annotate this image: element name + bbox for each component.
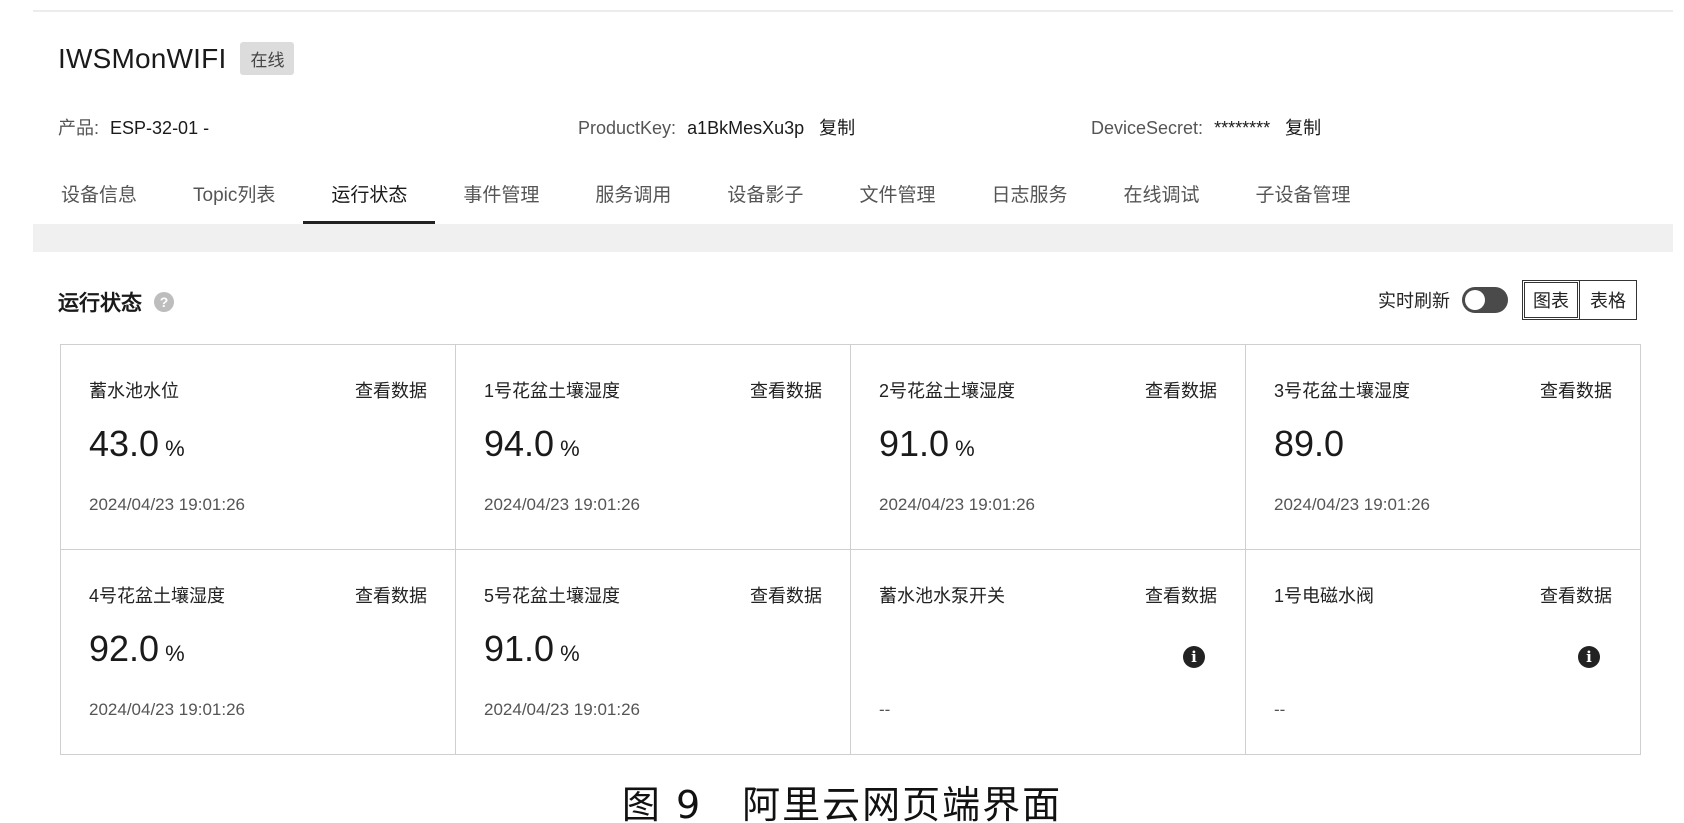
section-header: 运行状态 ?	[58, 287, 174, 317]
card-value-number: 94.0	[484, 423, 555, 464]
view-switch: 图表 表格	[1522, 280, 1637, 320]
view-data-link[interactable]: 查看数据	[750, 582, 822, 608]
tab-sub-device[interactable]: 子设备管理	[1227, 162, 1378, 224]
card-value: 92.0%	[89, 628, 185, 670]
card-value: 91.0%	[484, 628, 580, 670]
card-timestamp: --	[1274, 700, 1286, 719]
card-value: 43.0%	[89, 423, 185, 465]
view-table-button[interactable]: 表格	[1579, 281, 1636, 319]
card-timestamp: 2024/04/23 19:01:26	[484, 495, 640, 514]
status-badge: 在线	[240, 42, 295, 75]
property-card: 蓄水池水位 查看数据 43.0% 2024/04/23 19:01:26	[61, 345, 456, 550]
page: IWSMonWIFI 在线 产品: ESP-32-01 - ProductKey…	[0, 0, 1684, 823]
tab-run-status[interactable]: 运行状态	[303, 162, 436, 224]
tab-event-management[interactable]: 事件管理	[435, 162, 567, 224]
status-toolbar: 实时刷新 图表 表格	[1378, 280, 1637, 320]
info-circle-icon[interactable]: i	[1183, 646, 1205, 668]
card-timestamp: 2024/04/23 19:01:26	[484, 700, 640, 719]
card-value-number: 43.0	[89, 423, 160, 464]
tab-file-management[interactable]: 文件管理	[831, 162, 963, 224]
meta-product: 产品: ESP-32-01 -	[58, 114, 209, 140]
view-data-link[interactable]: 查看数据	[1540, 377, 1612, 403]
card-unit: %	[955, 436, 975, 461]
meta-devicesecret: DeviceSecret: ******** 复制	[1091, 114, 1321, 140]
card-value: 94.0%	[484, 423, 580, 465]
card-value-number: 91.0	[879, 423, 950, 464]
figure-caption: 图 9 阿里云网页端界面	[621, 783, 1063, 823]
product-value: ESP-32-01 -	[110, 118, 210, 138]
card-title: 1号花盆土壤湿度	[484, 381, 621, 401]
tab-device-info[interactable]: 设备信息	[33, 162, 165, 224]
card-timestamp: 2024/04/23 19:01:26	[1274, 495, 1430, 514]
card-value-number: 89.0	[1274, 423, 1345, 464]
property-grid: 蓄水池水位 查看数据 43.0% 2024/04/23 19:01:26 1号花…	[60, 344, 1641, 755]
card-unit: %	[165, 436, 185, 461]
view-chart-button[interactable]: 图表	[1523, 281, 1579, 319]
product-label: 产品:	[58, 118, 100, 138]
section-separator	[33, 224, 1673, 252]
card-title: 5号花盆土壤湿度	[484, 586, 621, 606]
view-data-link[interactable]: 查看数据	[1145, 377, 1217, 403]
card-title: 蓄水池水位	[89, 381, 179, 401]
device-meta: 产品: ESP-32-01 - ProductKey: a1BkMesXu3p …	[58, 114, 1618, 140]
top-divider	[33, 10, 1673, 12]
copy-productkey-button[interactable]: 复制	[819, 118, 855, 138]
property-card: 3号花盆土壤湿度 查看数据 89.0 2024/04/23 19:01:26	[1246, 345, 1641, 550]
devicesecret-label: DeviceSecret:	[1091, 118, 1204, 138]
view-data-link[interactable]: 查看数据	[355, 582, 427, 608]
card-timestamp: 2024/04/23 19:01:26	[879, 495, 1035, 514]
card-timestamp: 2024/04/23 19:01:26	[89, 700, 245, 719]
card-unit: %	[165, 641, 185, 666]
card-title: 3号花盆土壤湿度	[1274, 381, 1411, 401]
tab-service-call[interactable]: 服务调用	[567, 162, 699, 224]
tab-topic-list[interactable]: Topic列表	[165, 162, 303, 224]
card-timestamp: --	[879, 700, 891, 719]
card-value-number: 92.0	[89, 628, 160, 669]
card-title: 4号花盆土壤湿度	[89, 586, 226, 606]
view-data-link[interactable]: 查看数据	[355, 377, 427, 403]
productkey-label: ProductKey:	[578, 118, 677, 138]
view-data-link[interactable]: 查看数据	[1540, 582, 1612, 608]
card-value: 89.0	[1274, 423, 1350, 465]
tab-device-shadow[interactable]: 设备影子	[699, 162, 831, 224]
question-circle-icon[interactable]: ?	[154, 292, 174, 312]
property-card: 2号花盆土壤湿度 查看数据 91.0% 2024/04/23 19:01:26	[851, 345, 1246, 550]
section-title: 运行状态	[58, 292, 142, 315]
card-timestamp: 2024/04/23 19:01:26	[89, 495, 245, 514]
copy-devicesecret-button[interactable]: 复制	[1285, 118, 1321, 138]
info-circle-icon[interactable]: i	[1578, 646, 1600, 668]
tab-online-debug[interactable]: 在线调试	[1095, 162, 1227, 224]
property-card: 4号花盆土壤湿度 查看数据 92.0% 2024/04/23 19:01:26	[61, 550, 456, 755]
card-title: 2号花盆土壤湿度	[879, 381, 1016, 401]
card-unit: %	[560, 641, 580, 666]
device-header: IWSMonWIFI 在线	[58, 42, 295, 75]
toggle-knob	[1465, 290, 1485, 310]
devicesecret-value: ********	[1214, 118, 1271, 138]
view-data-link[interactable]: 查看数据	[1145, 582, 1217, 608]
card-value: 91.0%	[879, 423, 975, 465]
meta-productkey: ProductKey: a1BkMesXu3p 复制	[578, 114, 855, 140]
card-value-number: 91.0	[484, 628, 555, 669]
productkey-value: a1BkMesXu3p	[687, 118, 805, 138]
card-title: 1号电磁水阀	[1274, 586, 1375, 606]
card-title: 蓄水池水泵开关	[879, 586, 1005, 606]
device-name: IWSMonWIFI	[58, 42, 227, 74]
view-data-link[interactable]: 查看数据	[750, 377, 822, 403]
property-card: 1号花盆土壤湿度 查看数据 94.0% 2024/04/23 19:01:26	[456, 345, 851, 550]
property-card: 1号电磁水阀 查看数据 i --	[1246, 550, 1641, 755]
realtime-refresh-toggle[interactable]	[1462, 287, 1508, 313]
realtime-refresh-label: 实时刷新	[1378, 291, 1450, 311]
property-card: 5号花盆土壤湿度 查看数据 91.0% 2024/04/23 19:01:26	[456, 550, 851, 755]
tab-log-service[interactable]: 日志服务	[963, 162, 1095, 224]
card-unit: %	[560, 436, 580, 461]
property-card: 蓄水池水泵开关 查看数据 i --	[851, 550, 1246, 755]
tab-bar: 设备信息 Topic列表 运行状态 事件管理 服务调用 设备影子 文件管理 日志…	[33, 162, 1379, 224]
